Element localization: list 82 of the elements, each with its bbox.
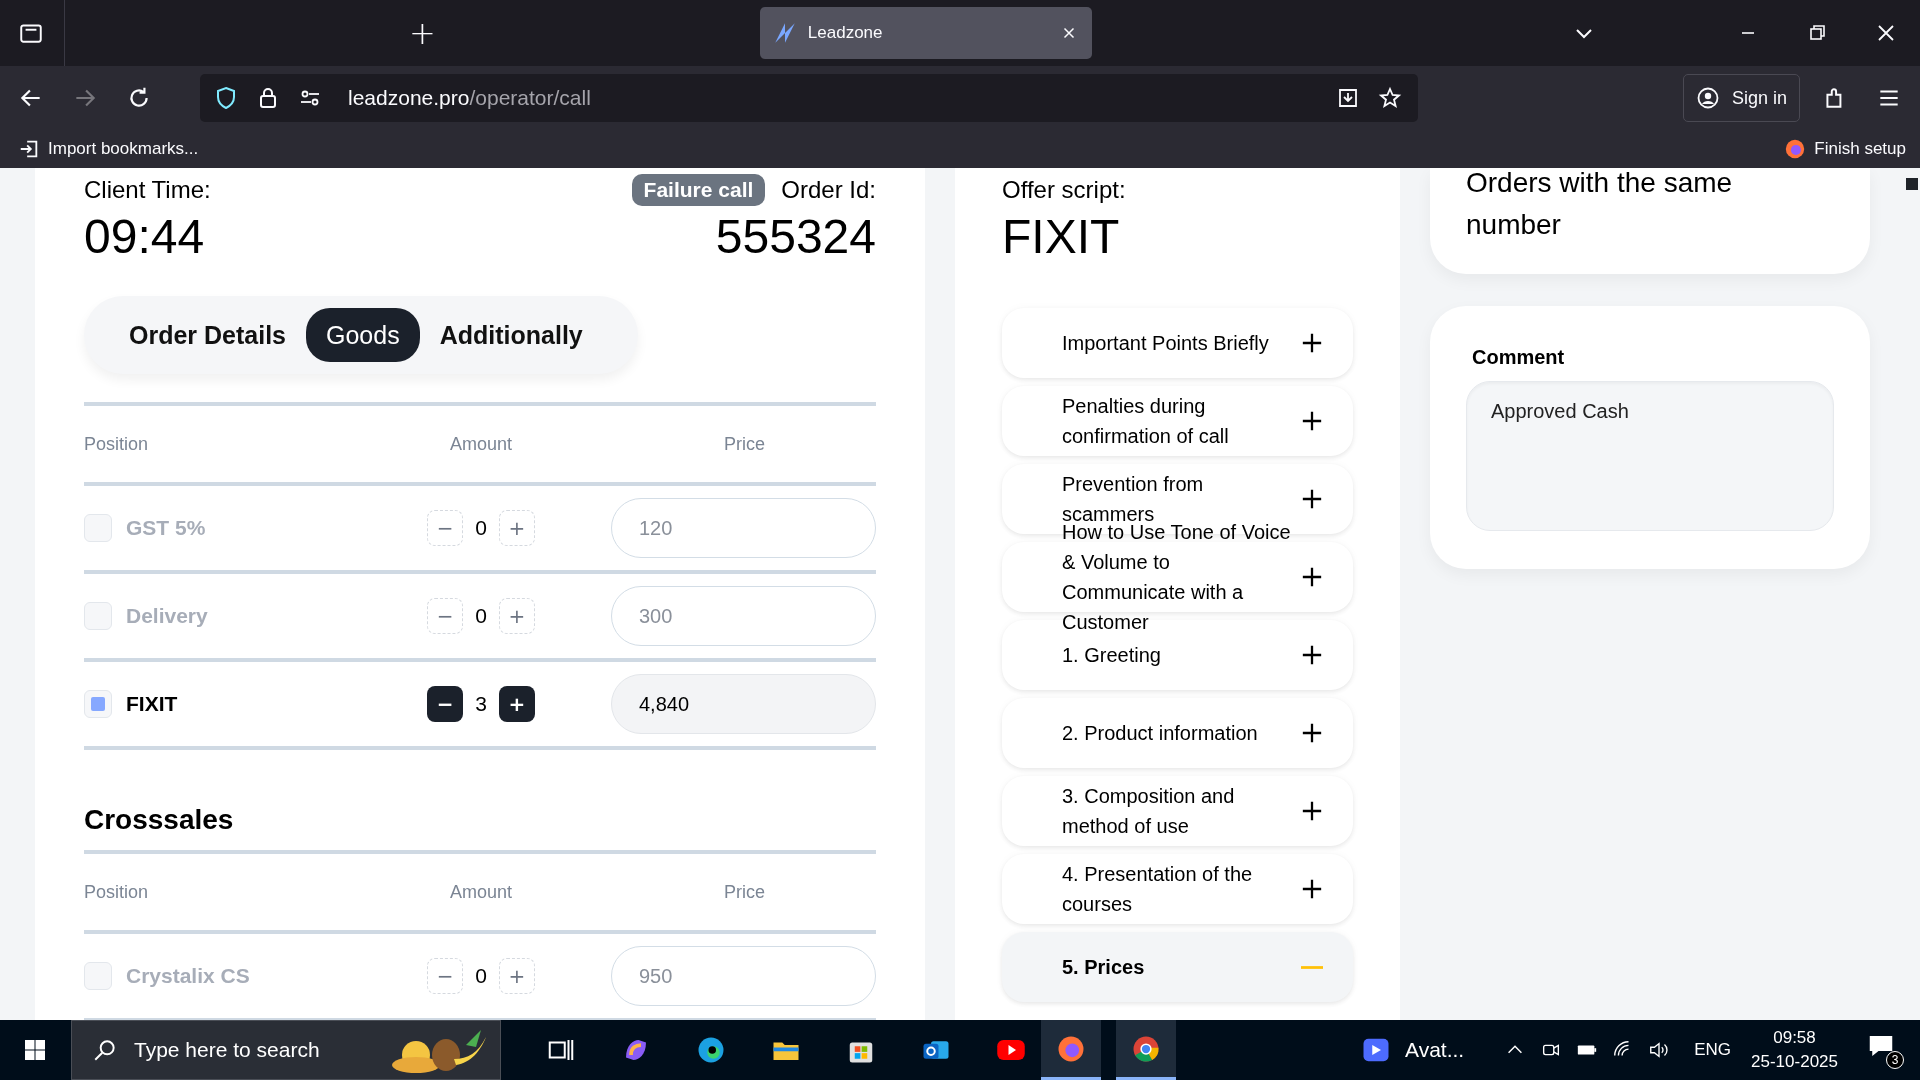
- increment-button[interactable]: +: [498, 958, 535, 994]
- card-title: Orders with the same number: [1466, 168, 1734, 242]
- product-name: Crystalix CS: [126, 964, 250, 988]
- column-header: Amount: [448, 881, 513, 903]
- tab[interactable]: Goods: [306, 308, 420, 362]
- import-icon: [18, 138, 40, 160]
- star-icon[interactable]: [1378, 86, 1402, 110]
- increment-button[interactable]: +: [498, 686, 535, 722]
- plus-icon: [1301, 488, 1323, 510]
- account-icon: [1695, 86, 1720, 110]
- client-time: 09:44: [84, 209, 206, 265]
- plus-icon: [1301, 800, 1323, 822]
- status-badge: Failure call: [631, 174, 766, 206]
- decrement-button[interactable]: −: [427, 958, 464, 994]
- quantity: 0: [475, 604, 487, 628]
- increment-button[interactable]: +: [498, 598, 535, 634]
- accordion-label[interactable]: Important Points Briefly: [1062, 328, 1301, 358]
- checkbox[interactable]: [84, 690, 112, 718]
- taskbar-search-field[interactable]: Type here to search: [71, 1020, 501, 1080]
- tab[interactable]: Order Details: [109, 308, 306, 362]
- clock-date[interactable]: 25-10-2025: [1751, 1050, 1838, 1074]
- search-input[interactable]: Type here to search: [132, 1037, 386, 1063]
- import-bookmarks-button[interactable]: Import bookmarks...: [18, 138, 199, 160]
- finish-setup-button[interactable]: Finish setup: [1784, 138, 1906, 160]
- product-name: Delivery: [126, 604, 208, 628]
- comment-label: Comment: [1472, 346, 1566, 369]
- decrement-button[interactable]: −: [427, 686, 464, 722]
- checkbox[interactable]: [84, 602, 112, 630]
- product-name: GST 5%: [126, 516, 206, 540]
- column-header: Price: [723, 881, 766, 903]
- product-name: FIXIT: [126, 692, 178, 716]
- windows-logo-icon[interactable]: [23, 1038, 47, 1062]
- url-text: leadzone.pro/operator/call: [348, 86, 591, 110]
- quantity: 0: [475, 516, 487, 540]
- decrement-button[interactable]: −: [427, 598, 464, 634]
- plus-icon: [1301, 566, 1323, 588]
- client-time-label: Client Time:: [84, 175, 211, 205]
- order-id-label: Order Id:: [781, 175, 876, 205]
- section-title: Crosssales: [84, 803, 235, 837]
- scrollbar-thumb[interactable]: [1906, 178, 1918, 190]
- offer-script-label: Offer script:: [1002, 175, 1127, 205]
- accordion-label[interactable]: Penalties during confirmation of call: [1062, 391, 1301, 451]
- plus-icon: [1301, 878, 1323, 900]
- speaker-icon[interactable]: [1648, 1039, 1671, 1061]
- sign-in-button[interactable]: Sign in: [1682, 74, 1800, 122]
- column-header: Price: [723, 433, 766, 455]
- plus-icon: [1301, 410, 1323, 432]
- language-indicator[interactable]: ENG: [1694, 1040, 1732, 1060]
- plus-icon: [1301, 644, 1323, 666]
- plus-icon: [1301, 332, 1323, 354]
- column-header: Amount: [448, 433, 513, 455]
- plus-icon: [1301, 722, 1323, 744]
- taskbar-app-label[interactable]: Avat...: [1405, 1038, 1465, 1062]
- order-id: 555324: [715, 209, 876, 265]
- quantity: 0: [475, 964, 487, 988]
- search-icon: [92, 1037, 118, 1063]
- accordion-label[interactable]: 1. Greeting: [1062, 640, 1301, 670]
- address-bar[interactable]: leadzone.pro/operator/call: [200, 74, 1418, 122]
- tab-title: Leadzone: [807, 23, 884, 43]
- firefox-taskbar-button[interactable]: [1041, 1020, 1101, 1080]
- tab[interactable]: Additionally: [419, 308, 603, 362]
- price-field[interactable]: 4,840: [611, 674, 876, 734]
- offer-script-title: FIXIT: [1002, 209, 1121, 265]
- minus-icon: [1301, 965, 1323, 969]
- accordion-label[interactable]: 5. Prices: [1062, 952, 1301, 982]
- clock-time[interactable]: 09:58: [1773, 1026, 1816, 1050]
- accordion-label[interactable]: 2. Product information: [1062, 718, 1301, 748]
- new-tab-button[interactable]: +: [403, 14, 442, 52]
- decrement-button[interactable]: −: [427, 510, 464, 546]
- download-icon[interactable]: [1336, 86, 1360, 110]
- column-header: Position: [84, 433, 150, 455]
- column-header: Position: [84, 881, 150, 903]
- comment-field[interactable]: Approved Cash: [1466, 381, 1834, 531]
- accordion-label[interactable]: 4. Presentation of the courses: [1062, 859, 1301, 919]
- quantity: 3: [475, 692, 487, 716]
- checkbox[interactable]: [84, 962, 112, 990]
- increment-button[interactable]: +: [498, 510, 535, 546]
- browser-tab[interactable]: Leadzone: [759, 7, 1092, 59]
- checkbox[interactable]: [84, 514, 112, 542]
- shield-icon[interactable]: [214, 86, 238, 110]
- accordion-label[interactable]: 3. Composition and method of use: [1062, 781, 1301, 841]
- chrome-taskbar-button[interactable]: [1116, 1020, 1176, 1080]
